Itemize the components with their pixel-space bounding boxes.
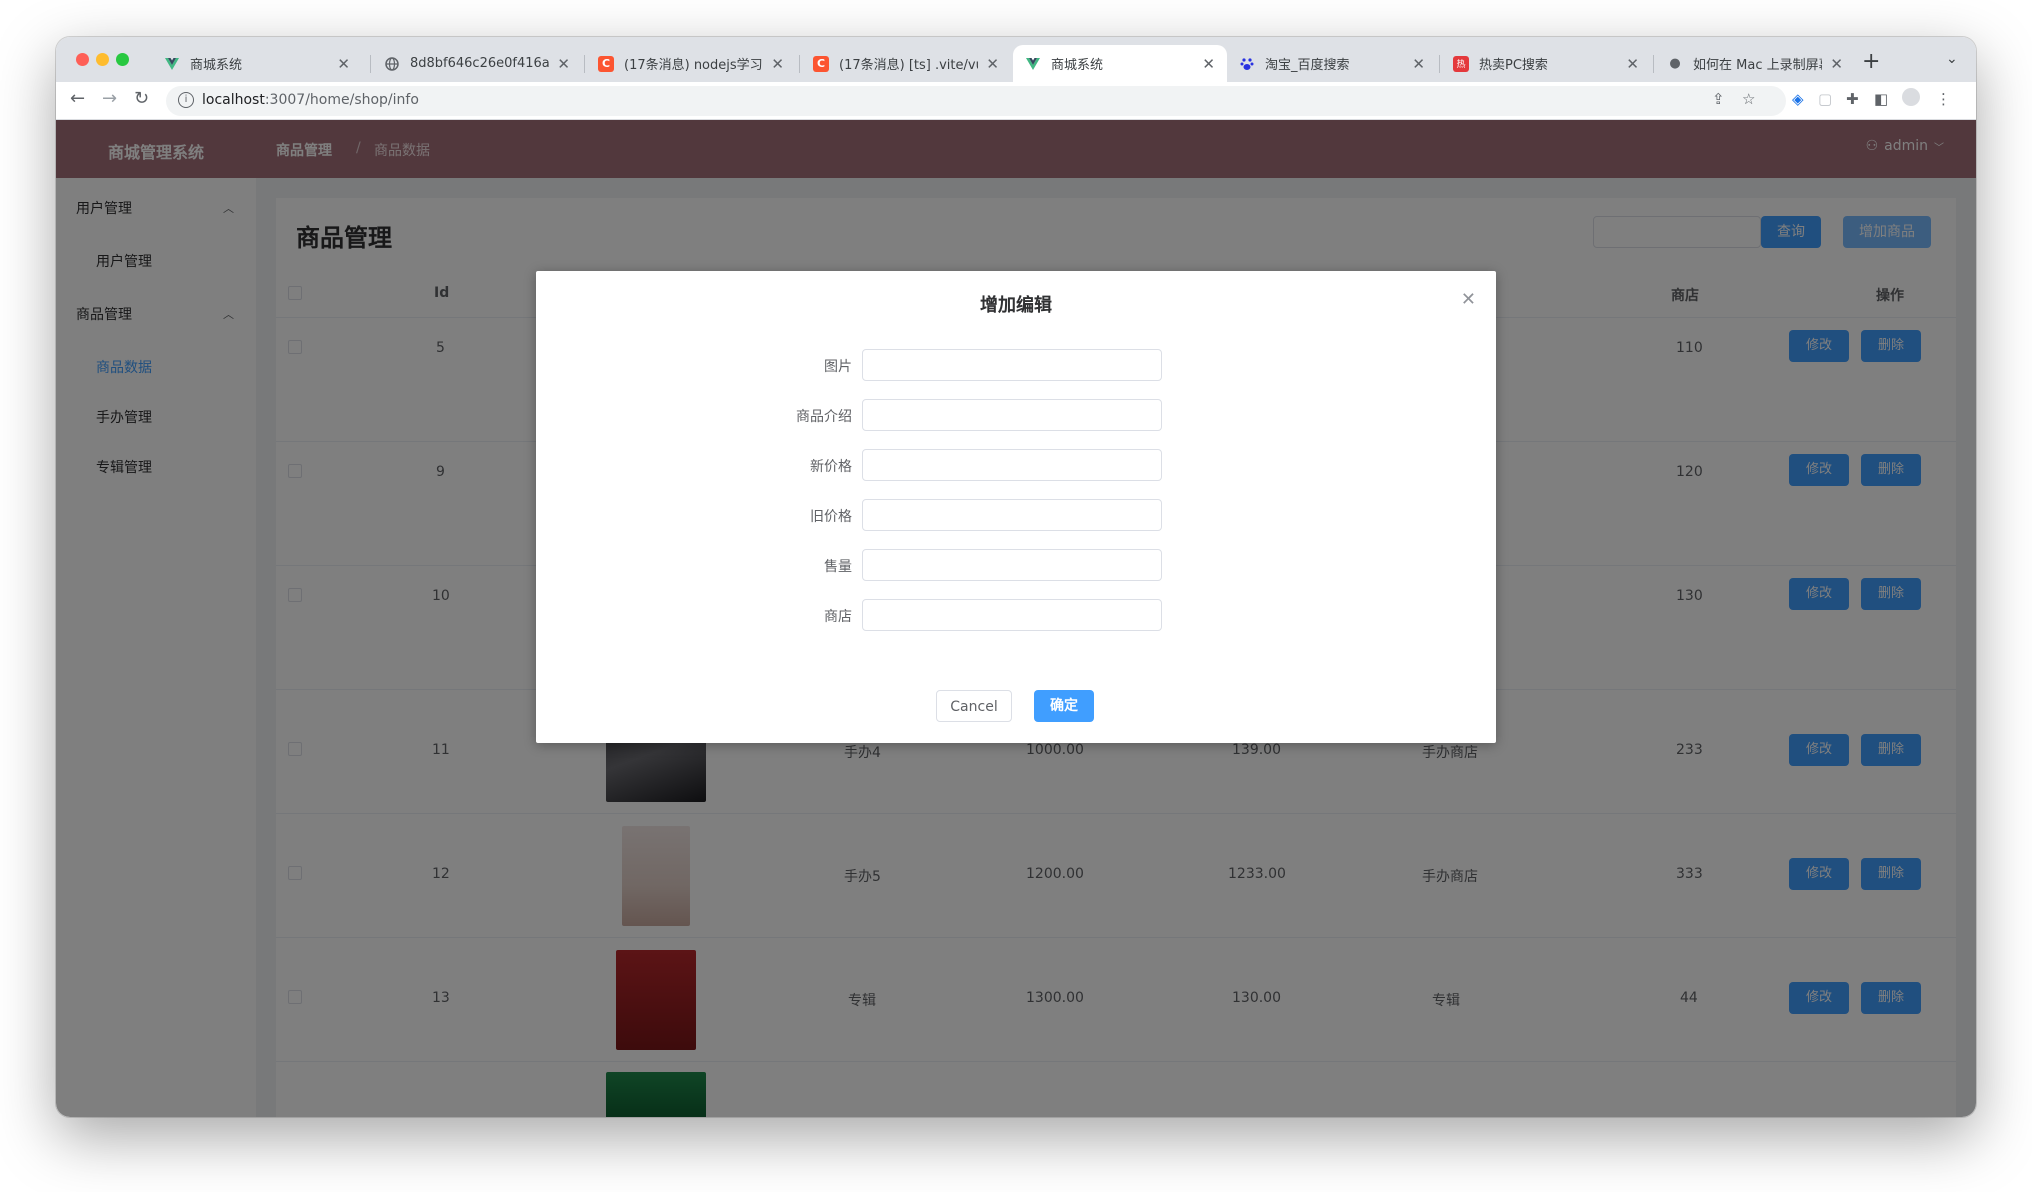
tab-title: (17条消息) nodejs学习（四: [624, 58, 763, 73]
tab-separator: [799, 55, 800, 73]
url-host: localhost: [202, 92, 265, 108]
tab-separator: [584, 55, 585, 73]
browser-window: 商城系统 ✕ 8d8bf646c26e0f416ad1d ✕ C (17条消息)…: [56, 37, 1976, 1117]
close-tab-icon[interactable]: ✕: [337, 55, 350, 73]
apple-icon: ●: [1669, 56, 1681, 71]
site-info-icon[interactable]: i: [178, 92, 194, 108]
browser-tab[interactable]: 商城系统 ✕: [152, 45, 362, 82]
sidepanel-icon[interactable]: ◧: [1874, 90, 1888, 108]
tab-separator: [1439, 55, 1440, 73]
minimize-window-button[interactable]: [96, 53, 109, 66]
sales-input[interactable]: [862, 549, 1162, 581]
reload-icon[interactable]: ↻: [134, 88, 149, 109]
field-label-description: 商品介绍: [796, 409, 852, 425]
app-root: 商城管理系统 商品管理 / 商品数据 ⚇ admin ﹀ 用户管理 ︿ 用户管理…: [56, 120, 1976, 1117]
csdn-icon: C: [813, 55, 829, 72]
globe-icon: [384, 56, 400, 72]
tab-strip: 商城系统 ✕ 8d8bf646c26e0f416ad1d ✕ C (17条消息)…: [56, 37, 1976, 82]
close-tab-icon[interactable]: ✕: [771, 55, 784, 73]
cancel-button[interactable]: Cancel: [936, 690, 1012, 722]
browser-toolbar: ← → ↻ i localhost:3007/home/shop/info ⇪ …: [56, 82, 1976, 120]
new-price-input[interactable]: [862, 449, 1162, 481]
close-tab-icon[interactable]: ✕: [1626, 55, 1639, 73]
kebab-menu-icon[interactable]: ⋮: [1936, 90, 1951, 108]
dialog-title: 增加编辑: [980, 295, 1052, 316]
close-window-button[interactable]: [76, 53, 89, 66]
tab-title: (17条消息) [ts] .vite/vue.js: [839, 58, 978, 73]
field-label-new-price: 新价格: [810, 459, 852, 475]
tab-title: 商城系统: [1051, 58, 1104, 73]
puzzle-icon[interactable]: ✚: [1846, 90, 1859, 108]
close-icon[interactable]: ✕: [1461, 289, 1476, 310]
vue-icon: [1025, 56, 1041, 72]
close-tab-icon[interactable]: ✕: [1830, 55, 1843, 73]
browser-tab-active[interactable]: 商城系统 ✕: [1013, 45, 1227, 82]
shop-input[interactable]: [862, 599, 1162, 631]
maximize-window-button[interactable]: [116, 53, 129, 66]
tab-title: 8d8bf646c26e0f416ad1d: [410, 56, 550, 71]
browser-tab[interactable]: 淘宝_百度搜索 ✕: [1227, 45, 1437, 82]
extension-icon[interactable]: ◈: [1792, 90, 1804, 108]
address-bar[interactable]: i localhost:3007/home/shop/info: [166, 86, 1786, 116]
share-icon[interactable]: ⇪: [1712, 90, 1725, 108]
edit-dialog: 增加编辑 ✕ 图片 商品介绍 新价格 旧价格 售量 商店 Cancel 确定: [536, 271, 1496, 743]
browser-tab[interactable]: C (17条消息) [ts] .vite/vue.js ✕: [801, 45, 1011, 82]
url-text: localhost:3007/home/shop/info: [202, 92, 419, 108]
close-tab-icon[interactable]: ✕: [1202, 55, 1215, 73]
browser-tab[interactable]: C (17条消息) nodejs学习（四 ✕: [586, 45, 796, 82]
close-tab-icon[interactable]: ✕: [557, 55, 570, 73]
vue-icon: [164, 56, 180, 72]
field-label-sales: 售量: [824, 559, 852, 575]
image-input[interactable]: [862, 349, 1162, 381]
tab-search-chevron-icon[interactable]: ⌄: [1946, 51, 1958, 67]
tab-separator: [370, 55, 371, 73]
hot-icon: 热: [1453, 55, 1469, 72]
new-tab-icon[interactable]: +: [1862, 49, 1880, 74]
tab-title: 热卖PC搜索: [1479, 58, 1548, 73]
tab-separator: [1653, 55, 1654, 73]
tab-title: 淘宝_百度搜索: [1265, 58, 1350, 73]
profile-avatar-icon[interactable]: [1902, 88, 1920, 106]
extension-blank-icon[interactable]: ▢: [1818, 90, 1832, 108]
browser-tab[interactable]: 热 热卖PC搜索 ✕: [1441, 45, 1651, 82]
url-path: :3007/home/shop/info: [264, 92, 419, 108]
field-label-image: 图片: [824, 359, 852, 375]
confirm-button[interactable]: 确定: [1034, 690, 1094, 722]
field-label-shop: 商店: [824, 609, 852, 625]
bookmark-star-icon[interactable]: ☆: [1742, 90, 1755, 108]
csdn-icon: C: [598, 55, 614, 72]
tab-title: 如何在 Mac 上录制屏幕 - A: [1693, 58, 1822, 73]
browser-tab[interactable]: 8d8bf646c26e0f416ad1d ✕: [372, 45, 582, 82]
browser-tab[interactable]: ● 如何在 Mac 上录制屏幕 - A ✕: [1655, 45, 1855, 82]
close-tab-icon[interactable]: ✕: [986, 55, 999, 73]
back-arrow-icon[interactable]: ←: [70, 88, 85, 109]
baidu-icon: [1239, 56, 1255, 72]
close-tab-icon[interactable]: ✕: [1412, 55, 1425, 73]
description-input[interactable]: [862, 399, 1162, 431]
forward-arrow-icon[interactable]: →: [102, 88, 117, 109]
tab-title: 商城系统: [190, 58, 243, 73]
field-label-old-price: 旧价格: [810, 509, 852, 525]
old-price-input[interactable]: [862, 499, 1162, 531]
